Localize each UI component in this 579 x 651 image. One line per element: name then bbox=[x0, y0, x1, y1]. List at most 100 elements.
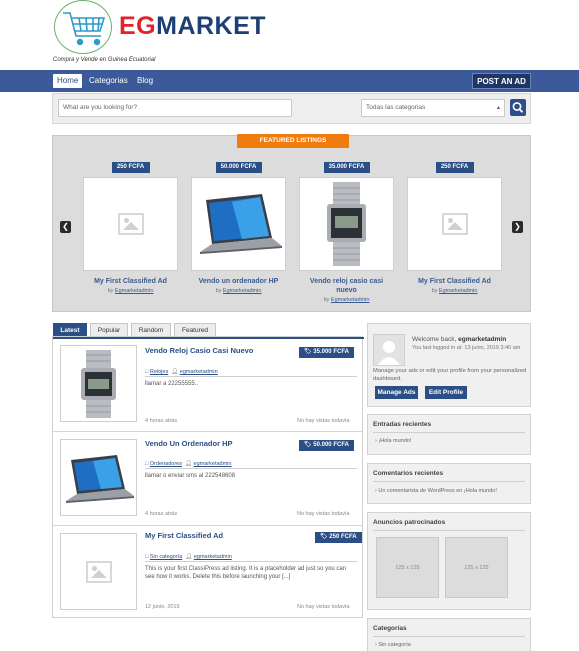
site-tagline: Compra y Vende en Guinea Ecuatorial bbox=[53, 57, 156, 63]
listing-title[interactable]: Vendo Reloj Casio Casi Nuevo bbox=[145, 346, 253, 355]
logo-wordmark: EGMARKET bbox=[119, 12, 266, 41]
image-placeholder-icon bbox=[85, 560, 112, 583]
featured-image[interactable] bbox=[407, 177, 502, 271]
laptop-image bbox=[66, 455, 134, 503]
listing-image[interactable] bbox=[60, 533, 137, 610]
listing-time: 4 horas atrás bbox=[145, 418, 178, 424]
listing-price: 🏷︎ 50.000 FCFA bbox=[299, 440, 354, 451]
category-link[interactable]: Ordenadores bbox=[150, 461, 182, 467]
divider bbox=[373, 432, 525, 433]
listing-views: No hay vistas todavía bbox=[297, 418, 350, 424]
author-link[interactable]: Egmarketadmin bbox=[331, 297, 370, 303]
featured-price: 250 FCFA bbox=[435, 162, 474, 173]
category-select[interactable]: Todas las categorias ▴ bbox=[361, 99, 505, 117]
featured-title[interactable]: My First Classified Ad bbox=[407, 277, 502, 286]
listing-title[interactable]: Vendo Un Ordenador HP bbox=[145, 439, 233, 448]
nav-categorias[interactable]: Categorias bbox=[85, 74, 132, 88]
category-link[interactable]: Sin categoría bbox=[150, 554, 182, 560]
divider bbox=[373, 636, 525, 637]
listing-price: 🏷︎ 250 FCFA bbox=[315, 532, 362, 543]
divider bbox=[145, 468, 357, 469]
featured-price: 35.000 FCFA bbox=[323, 162, 370, 173]
featured-image[interactable] bbox=[83, 177, 178, 271]
recent-comments-widget: Comentarios recientes › Un comentarista … bbox=[367, 463, 531, 504]
search-bar: What are you looking for? Todas las cate… bbox=[52, 93, 531, 124]
featured-card[interactable]: 50.000 FCFA Vendo un ordenador HP by Egm… bbox=[191, 162, 286, 294]
featured-image[interactable] bbox=[191, 177, 286, 271]
tab-featured[interactable]: Featured bbox=[174, 323, 216, 336]
author-link[interactable]: egmarketadmin bbox=[194, 461, 232, 467]
post-ad-button[interactable]: POST AN AD bbox=[472, 73, 531, 89]
sponsored-ads-widget: Anuncios patrocinados 125 x 125 125 x 12… bbox=[367, 512, 531, 610]
listing-title[interactable]: My First Classified Ad bbox=[145, 531, 223, 540]
featured-label: FEATURED LISTINGS bbox=[237, 134, 349, 148]
manage-ads-button[interactable]: Manage Ads bbox=[375, 386, 418, 399]
shopping-cart-icon bbox=[54, 0, 112, 54]
recent-entry-link[interactable]: › ¡Hola mundo! bbox=[375, 438, 411, 444]
manage-text: Manage your ads or edit your profile fro… bbox=[373, 368, 527, 382]
widget-title: Comentarios recientes bbox=[373, 470, 444, 477]
category-link[interactable]: › Sin categoría bbox=[375, 642, 411, 648]
nav-blog[interactable]: Blog bbox=[133, 74, 157, 88]
listing-meta: □ Ordenadores 👤︎ egmarketadmin bbox=[145, 461, 232, 467]
logo-eg: EG bbox=[119, 12, 157, 40]
watch-image bbox=[327, 182, 366, 266]
author-link[interactable]: Egmarketadmin bbox=[223, 288, 262, 294]
ad-slot[interactable]: 125 x 125 bbox=[445, 537, 508, 598]
author-link[interactable]: egmarketadmin bbox=[180, 369, 218, 375]
listing-meta: □ Sin categoría 👤︎ egmarketadmin bbox=[145, 554, 232, 560]
divider bbox=[373, 530, 525, 531]
list-item: Vendo Reloj Casio Casi Nuevo 🏷︎ 35.000 F… bbox=[53, 339, 362, 432]
search-input[interactable]: What are you looking for? bbox=[58, 99, 292, 117]
watch-image bbox=[81, 350, 116, 418]
featured-card[interactable]: 250 FCFA My First Classified Ad by Egmar… bbox=[407, 162, 502, 294]
featured-author: by Egmarketadmin bbox=[323, 297, 370, 303]
recent-comment-link[interactable]: › Un comentarista de WordPress en ¡Hola … bbox=[375, 488, 497, 494]
listing-price: 🏷︎ 35.000 FCFA bbox=[299, 347, 354, 358]
last-login-text: You last logged in at: 13 junio, 2019 3:… bbox=[412, 345, 521, 351]
listing-description: llamar o enviar sms al 222548608 bbox=[145, 473, 236, 479]
featured-title[interactable]: Vendo un ordenador HP bbox=[191, 277, 286, 286]
widget-title: Categorías bbox=[373, 625, 407, 632]
tab-random[interactable]: Random bbox=[131, 323, 171, 336]
featured-title[interactable]: Vendo reloj casio casi nuevo bbox=[299, 277, 394, 295]
featured-author: by Egmarketadmin bbox=[431, 288, 478, 294]
nav-home[interactable]: Home bbox=[53, 74, 83, 88]
image-placeholder-icon bbox=[117, 213, 144, 235]
ad-slot[interactable]: 125 x 125 bbox=[376, 537, 439, 598]
carousel-next-button[interactable]: ❯ bbox=[512, 221, 523, 233]
listing-image[interactable] bbox=[60, 439, 137, 516]
featured-card[interactable]: 35.000 FCFA Vendo reloj casio casi nuevo… bbox=[299, 162, 394, 303]
user-welcome-widget: Welcome back, egmarketadmin You last log… bbox=[367, 323, 531, 407]
listing-image[interactable] bbox=[60, 345, 137, 422]
category-link[interactable]: Relojes bbox=[150, 369, 168, 375]
search-button[interactable] bbox=[510, 99, 526, 116]
edit-profile-button[interactable]: Edit Profile bbox=[425, 386, 467, 399]
listing-views: No hay vistas todavía bbox=[297, 604, 350, 610]
site-logo[interactable]: EGMARKET Compra y Vende en Guinea Ecuato… bbox=[51, 0, 271, 68]
widget-title: Entradas recientes bbox=[373, 421, 432, 428]
recent-entries-widget: Entradas recientes › ¡Hola mundo! bbox=[367, 414, 531, 455]
author-link[interactable]: Egmarketadmin bbox=[439, 288, 478, 294]
avatar bbox=[373, 334, 405, 366]
featured-card[interactable]: 250 FCFA My First Classified Ad by Egmar… bbox=[83, 162, 178, 294]
list-item: My First Classified Ad 🏷︎ 250 FCFA □ Sin… bbox=[53, 526, 362, 617]
tab-latest[interactable]: Latest bbox=[53, 323, 87, 336]
listing-time: 4 horas atrás bbox=[145, 511, 178, 517]
widget-title: Anuncios patrocinados bbox=[373, 519, 446, 526]
carousel-prev-button[interactable]: ❮ bbox=[60, 221, 71, 233]
tab-popular[interactable]: Popular bbox=[90, 323, 128, 336]
author-link[interactable]: Egmarketadmin bbox=[115, 288, 154, 294]
select-arrows-icon: ▴ bbox=[496, 105, 500, 111]
search-icon bbox=[512, 102, 524, 113]
image-placeholder-icon bbox=[441, 213, 468, 235]
featured-title[interactable]: My First Classified Ad bbox=[83, 277, 178, 286]
featured-author: by Egmarketadmin bbox=[107, 288, 154, 294]
laptop-image bbox=[200, 194, 282, 254]
listing-meta: □ Relojes 👤︎ egmarketadmin bbox=[145, 369, 218, 375]
listing-description: llamar a 22255555.. bbox=[145, 381, 199, 387]
divider bbox=[145, 561, 357, 562]
featured-image[interactable] bbox=[299, 177, 394, 271]
listings-panel: Vendo Reloj Casio Casi Nuevo 🏷︎ 35.000 F… bbox=[52, 336, 364, 618]
author-link[interactable]: egmarketadmin bbox=[194, 554, 232, 560]
